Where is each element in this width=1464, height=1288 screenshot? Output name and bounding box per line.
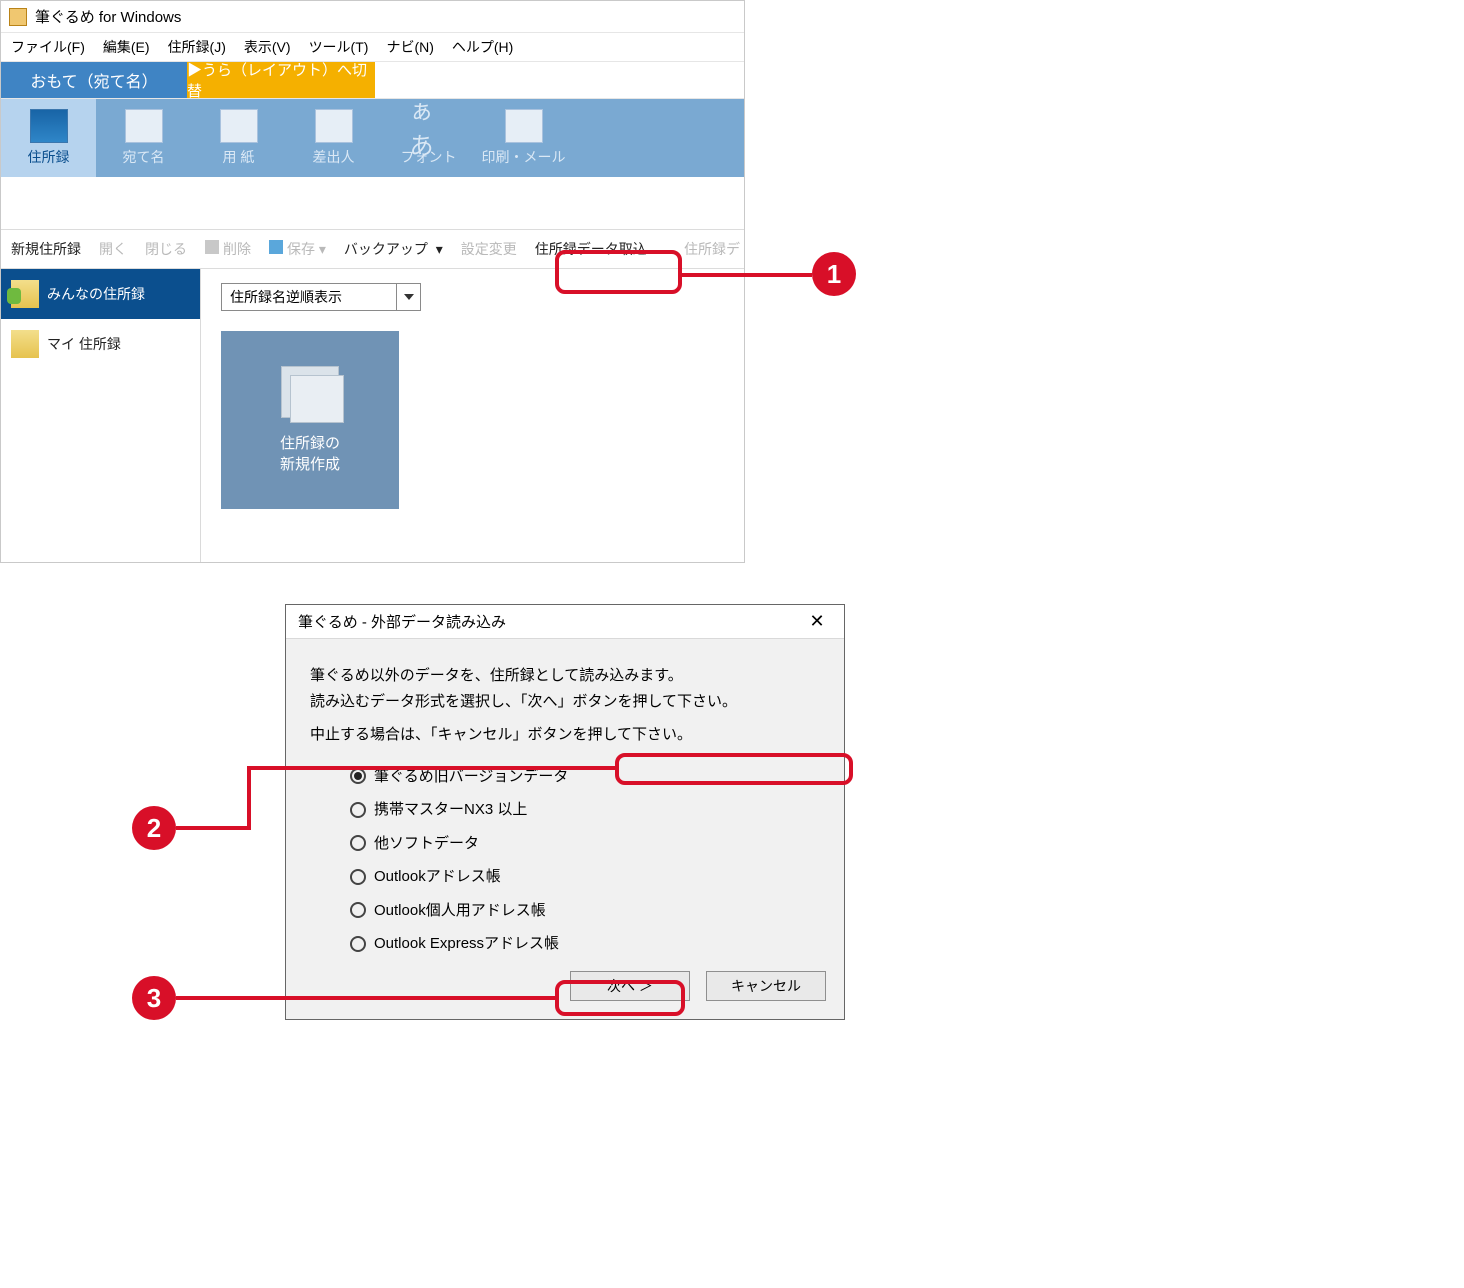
radio-outlook-personal[interactable]: Outlook個人用アドレス帳	[350, 898, 820, 924]
menu-file[interactable]: ファイル(F)	[11, 37, 85, 57]
import-dialog: 筆ぐるめ - 外部データ読み込み ✕ 筆ぐるめ以外のデータを、住所録として読み込…	[285, 604, 845, 1020]
document-stack-icon	[281, 366, 339, 418]
sidebar-item-label: みんなの住所録	[47, 284, 145, 304]
ribbon-label: 差出人	[313, 147, 355, 167]
secondary-toolbar: 新規住所録 開く 閉じる 削除 保存 ▾ バックアップ ▾ 設定変更 住所録デー…	[1, 229, 744, 269]
ribbon-paper[interactable]: 用 紙	[191, 99, 286, 177]
cards-icon	[125, 109, 163, 143]
save-button[interactable]: 保存 ▾	[269, 239, 326, 259]
callout-1-line	[682, 273, 812, 277]
chevron-down-icon[interactable]	[396, 284, 420, 310]
next-button[interactable]: 次へ ＞	[570, 971, 690, 1001]
radio-other-software[interactable]: 他ソフトデータ	[350, 831, 820, 857]
tabbar: おもて（宛て名） ▶うら（レイアウト）へ切替	[1, 61, 744, 99]
spacer	[1, 177, 744, 229]
dialog-text: 筆ぐるめ以外のデータを、住所録として読み込みます。	[310, 663, 820, 689]
main-pane: 住所録名逆順表示 住所録の 新規作成	[201, 269, 744, 562]
radio-group: 筆ぐるめ旧バージョンデータ 携帯マスターNX3 以上 他ソフトデータ Outlo…	[350, 764, 820, 957]
open-button[interactable]: 開く	[99, 239, 127, 259]
sidebar-item-everyone[interactable]: みんなの住所録	[1, 269, 200, 319]
menubar: ファイル(F) 編集(E) 住所録(J) 表示(V) ツール(T) ナビ(N) …	[1, 33, 744, 61]
dialog-buttons: 次へ ＞ キャンセル	[570, 971, 826, 1001]
card-label-line: 住所録の	[280, 432, 340, 453]
radio-icon	[350, 902, 366, 918]
floppy-icon	[269, 240, 283, 254]
app-window: 筆ぐるめ for Windows ファイル(F) 編集(E) 住所録(J) 表示…	[0, 0, 745, 563]
ribbon-label: 住所録	[28, 147, 70, 167]
folder-people-icon	[11, 280, 39, 308]
titlebar: 筆ぐるめ for Windows	[1, 1, 744, 33]
trash-icon	[205, 240, 219, 254]
ribbon-label: 印刷・メール	[482, 147, 566, 167]
menu-help[interactable]: ヘルプ(H)	[452, 37, 513, 57]
dialog-body: 筆ぐるめ以外のデータを、住所録として読み込みます。 読み込むデータ形式を選択し、…	[286, 639, 844, 957]
menu-address[interactable]: 住所録(J)	[168, 37, 226, 57]
app-icon	[9, 8, 27, 26]
dialog-text: 読み込むデータ形式を選択し、「次へ」ボタンを押して下さい。	[310, 689, 820, 715]
marker-2: 2	[132, 806, 176, 850]
sidebar-item-my[interactable]: マイ 住所録	[1, 319, 200, 369]
ribbon-label: 宛て名	[123, 147, 165, 167]
backup-button[interactable]: バックアップ ▾	[344, 239, 443, 259]
radio-label: 他ソフトデータ	[374, 831, 479, 857]
radio-label: Outlookアドレス帳	[374, 864, 501, 890]
app-title: 筆ぐるめ for Windows	[35, 6, 181, 27]
sort-dropdown-label: 住所録名逆順表示	[222, 287, 396, 307]
marker-3: 3	[132, 976, 176, 1020]
dialog-titlebar: 筆ぐるめ - 外部データ読み込み ✕	[286, 605, 844, 639]
radio-keitai-master[interactable]: 携帯マスターNX3 以上	[350, 797, 820, 823]
import-button[interactable]: 住所録データ取込	[535, 239, 647, 259]
sidebar: みんなの住所録 マイ 住所録	[1, 269, 201, 562]
menu-navi[interactable]: ナビ(N)	[386, 37, 433, 57]
callout-2-line-h	[247, 766, 615, 770]
printer-icon	[505, 109, 543, 143]
ribbon-print[interactable]: 印刷・メール	[476, 99, 571, 177]
tab-ura[interactable]: ▶うら（レイアウト）へ切替	[187, 62, 375, 98]
radio-icon	[350, 768, 366, 784]
settings-button[interactable]: 設定変更	[461, 239, 517, 259]
callout-2-line-h2	[176, 826, 251, 830]
content-row: みんなの住所録 マイ 住所録 住所録名逆順表示 住所録の 新規作成	[1, 269, 744, 562]
truncated-item: 住所録デ	[684, 239, 740, 259]
radio-label: Outlook Expressアドレス帳	[374, 931, 559, 957]
radio-outlook-express[interactable]: Outlook Expressアドレス帳	[350, 931, 820, 957]
radio-label: 携帯マスターNX3 以上	[374, 797, 527, 823]
book-icon	[30, 109, 68, 143]
ribbon-sender[interactable]: 差出人	[286, 99, 381, 177]
cancel-button[interactable]: キャンセル	[706, 971, 826, 1001]
card-label-line: 新規作成	[280, 453, 340, 474]
marker-1: 1	[812, 252, 856, 296]
menu-view[interactable]: 表示(V)	[244, 37, 291, 57]
radio-icon	[350, 802, 366, 818]
radio-outlook[interactable]: Outlookアドレス帳	[350, 864, 820, 890]
delete-button[interactable]: 削除	[205, 239, 251, 259]
radio-icon	[350, 835, 366, 851]
folder-icon	[11, 330, 39, 358]
radio-label: Outlook個人用アドレス帳	[374, 898, 546, 924]
close-icon[interactable]: ✕	[802, 609, 832, 635]
dialog-text: 中止する場合は、「キャンセル」ボタンを押して下さい。	[310, 722, 820, 748]
radio-icon	[350, 936, 366, 952]
radio-icon	[350, 869, 366, 885]
dialog-title: 筆ぐるめ - 外部データ読み込み	[298, 611, 506, 632]
ribbon-atena[interactable]: 宛て名	[96, 99, 191, 177]
paper-icon	[220, 109, 258, 143]
ribbon-addressbook[interactable]: 住所録	[1, 99, 96, 177]
menu-tool[interactable]: ツール(T)	[309, 37, 369, 57]
sidebar-item-label: マイ 住所録	[47, 334, 121, 354]
ribbon-label: フォント	[401, 147, 457, 167]
ribbon-label: 用 紙	[223, 147, 255, 167]
sender-icon	[315, 109, 353, 143]
callout-2-line-v	[247, 766, 251, 826]
new-addressbook-card[interactable]: 住所録の 新規作成	[221, 331, 399, 509]
ribbon: 住所録 宛て名 用 紙 差出人 ぁあ フォント 印刷・メール	[1, 99, 744, 177]
close-button[interactable]: 閉じる	[145, 239, 187, 259]
callout-3-line	[176, 996, 555, 1000]
menu-edit[interactable]: 編集(E)	[103, 37, 150, 57]
tab-omote[interactable]: おもて（宛て名）	[1, 62, 187, 98]
new-addressbook-button[interactable]: 新規住所録	[11, 239, 81, 259]
sort-dropdown[interactable]: 住所録名逆順表示	[221, 283, 421, 311]
font-icon: ぁあ	[410, 109, 448, 143]
ribbon-font[interactable]: ぁあ フォント	[381, 99, 476, 177]
